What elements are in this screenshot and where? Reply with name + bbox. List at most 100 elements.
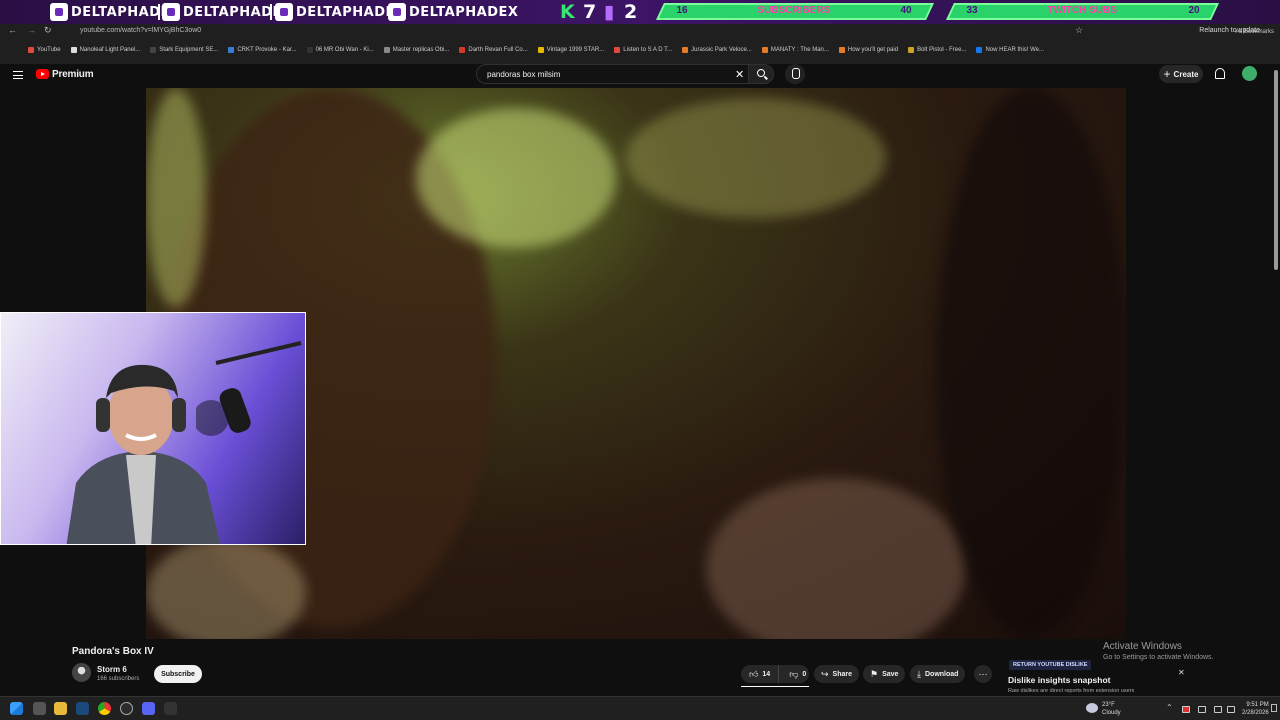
like-button[interactable]: 👍︎ 14 [741, 665, 780, 683]
search-input[interactable]: pandoras box milsim ✕ [476, 64, 748, 84]
account-avatar[interactable] [1242, 66, 1257, 81]
share-button[interactable]: ↪ Share [814, 665, 860, 683]
kick-logo: K [560, 1, 575, 23]
video-shadow [936, 88, 1126, 639]
obs-icon[interactable] [120, 702, 133, 715]
thumbs-down-icon: 👎︎ [789, 668, 799, 679]
goal-target: 40 [900, 5, 912, 16]
clear-search-icon[interactable]: ✕ [735, 68, 744, 81]
divider [158, 4, 160, 20]
bookmark[interactable]: CRKT Provoke - Kar... [228, 47, 297, 53]
bookmark[interactable]: Bolt Pistol - Free... [908, 47, 966, 53]
bookmark-favicon-icon [761, 47, 768, 53]
close-icon[interactable]: ✕ [1178, 668, 1185, 677]
discord-icon[interactable] [142, 702, 155, 715]
taskbar-clock[interactable]: 9:51 PM 2/28/2026 [1242, 701, 1269, 717]
url-text[interactable]: youtube.com/watch?v=lMYGjBhC3ow0 [80, 27, 201, 34]
dislike-extension-badge: RETURN YOUTUBE DISLIKE [1009, 660, 1092, 670]
subscribe-button[interactable]: Subscribe [154, 665, 202, 683]
bookmark[interactable]: Listen to S A D T... [614, 47, 672, 53]
file-explorer-icon[interactable] [54, 702, 67, 715]
browser-chrome: ← → ↻ youtube.com/watch?v=lMYGjBhC3ow0 ☆… [0, 24, 1280, 64]
bookmark[interactable]: Darth Revan Full Co... [459, 47, 528, 53]
goal-label: SUBSCRIBERS [757, 5, 831, 16]
more-actions-icon[interactable]: ⋯ [974, 665, 992, 683]
back-icon[interactable]: ← [8, 25, 17, 35]
video-foliage [416, 108, 616, 248]
bookmark[interactable]: Vintage 1999 STAR... [537, 47, 604, 53]
social-instagram: DELTAPHADE [162, 2, 282, 22]
chrome-icon[interactable] [98, 702, 111, 715]
all-bookmarks-button[interactable]: All Bookmarks [1236, 29, 1274, 35]
bookmark[interactable]: Nanoleaf Light Panel... [70, 47, 140, 53]
goal-target: 20 [1188, 5, 1200, 16]
download-button[interactable]: ⤓ Download [910, 665, 966, 683]
save-button[interactable]: ⚑ Save [863, 665, 906, 683]
weather-icon [1086, 703, 1098, 713]
youtube-logo-text[interactable]: Premium [52, 69, 94, 80]
bookmark-favicon-icon [838, 47, 845, 53]
tray-app-icon[interactable] [1182, 706, 1190, 713]
bookmark[interactable]: YouTube [28, 47, 61, 53]
like-count: 14 [762, 670, 771, 678]
dislike-button[interactable]: 👎︎ 0 [783, 669, 812, 680]
video-ground [706, 478, 966, 639]
twitch-subs-goal-bar: 33 TWITCH SUBS 20 [946, 3, 1219, 20]
channel-avatar[interactable] [72, 663, 91, 682]
bookmark-favicon-icon [28, 47, 34, 53]
bookmark[interactable]: MANATY : The Man... [761, 47, 829, 53]
social-handle: DELTAPHADE [71, 4, 170, 20]
social-youtube: DELTAPHADE [275, 2, 395, 22]
windows-start-icon[interactable] [10, 702, 23, 715]
download-icon: ⤓ [917, 668, 921, 679]
subscriber-count: 166 subscribers [97, 676, 140, 682]
volume-icon[interactable] [1227, 706, 1235, 713]
bookmark-favicon-icon [150, 47, 157, 53]
clock-time: 9:51 PM [1246, 702, 1269, 708]
app-icon[interactable] [164, 702, 177, 715]
create-button[interactable]: + Create [1159, 65, 1203, 83]
activate-windows-title: Activate Windows [1103, 641, 1182, 652]
network-icon[interactable] [1214, 706, 1222, 713]
voice-search-button[interactable] [785, 64, 805, 84]
steam-icon[interactable] [76, 702, 89, 715]
microphone-icon [196, 341, 302, 436]
channel-name[interactable]: Storm 6 [97, 665, 127, 674]
weather-temp: 23°F [1102, 702, 1115, 708]
menu-icon[interactable] [13, 71, 23, 79]
dislike-extension-body: Raw dislikes are direct reports from ext… [1008, 688, 1135, 694]
notification-center-icon[interactable] [1271, 704, 1277, 712]
page-scrollbar[interactable] [1272, 64, 1280, 696]
search-query[interactable]: pandoras box milsim [487, 70, 560, 79]
bookmark[interactable]: Master replicas Obi... [383, 47, 449, 53]
activate-windows-watermark: Activate Windows Go to Settings to activ… [1103, 641, 1214, 661]
notifications-bell-icon[interactable] [1215, 68, 1225, 79]
bookmark-favicon-icon [614, 47, 621, 53]
twitter-icon [388, 3, 406, 21]
streamer-webcam [0, 312, 306, 545]
weather-widget[interactable]: 23°F Cloudy [1102, 701, 1121, 717]
instagram-icon [162, 3, 180, 21]
bookmark-favicon-icon [908, 47, 915, 53]
tray-chevron-up-icon[interactable]: ⌃ [1166, 703, 1173, 712]
reload-icon[interactable]: ↻ [44, 25, 52, 36]
like-dislike-group: 👍︎ 14 👎︎ 0 [741, 665, 809, 683]
address-bar[interactable]: ← → ↻ youtube.com/watch?v=lMYGjBhC3ow0 ☆… [0, 24, 1280, 40]
youtube-logo-icon[interactable] [36, 69, 49, 79]
bookmark[interactable]: Now HEAR this! We... [976, 47, 1044, 53]
social-handle: DELTAPHADEX [409, 4, 519, 20]
search-button[interactable] [748, 64, 774, 84]
star-icon[interactable]: ☆ [1075, 25, 1083, 36]
bookmark[interactable]: Stark Equipment SE... [150, 47, 218, 53]
task-view-icon[interactable] [33, 702, 46, 715]
weather-desc: Cloudy [1102, 710, 1121, 716]
bookmark-favicon-icon [459, 47, 466, 53]
thumbs-up-icon: 👍︎ [749, 668, 759, 679]
scrollbar-thumb[interactable] [1274, 70, 1278, 270]
search-icon [757, 69, 765, 77]
forward-icon[interactable]: → [27, 25, 36, 35]
bookmark[interactable]: 06 MR Obi Wan - Ki... [306, 47, 374, 53]
bookmark[interactable]: How you'll get paid [838, 47, 898, 53]
bookmark[interactable]: Jurassic Park Veloce... [682, 47, 752, 53]
microphone-tray-icon[interactable] [1198, 706, 1206, 713]
